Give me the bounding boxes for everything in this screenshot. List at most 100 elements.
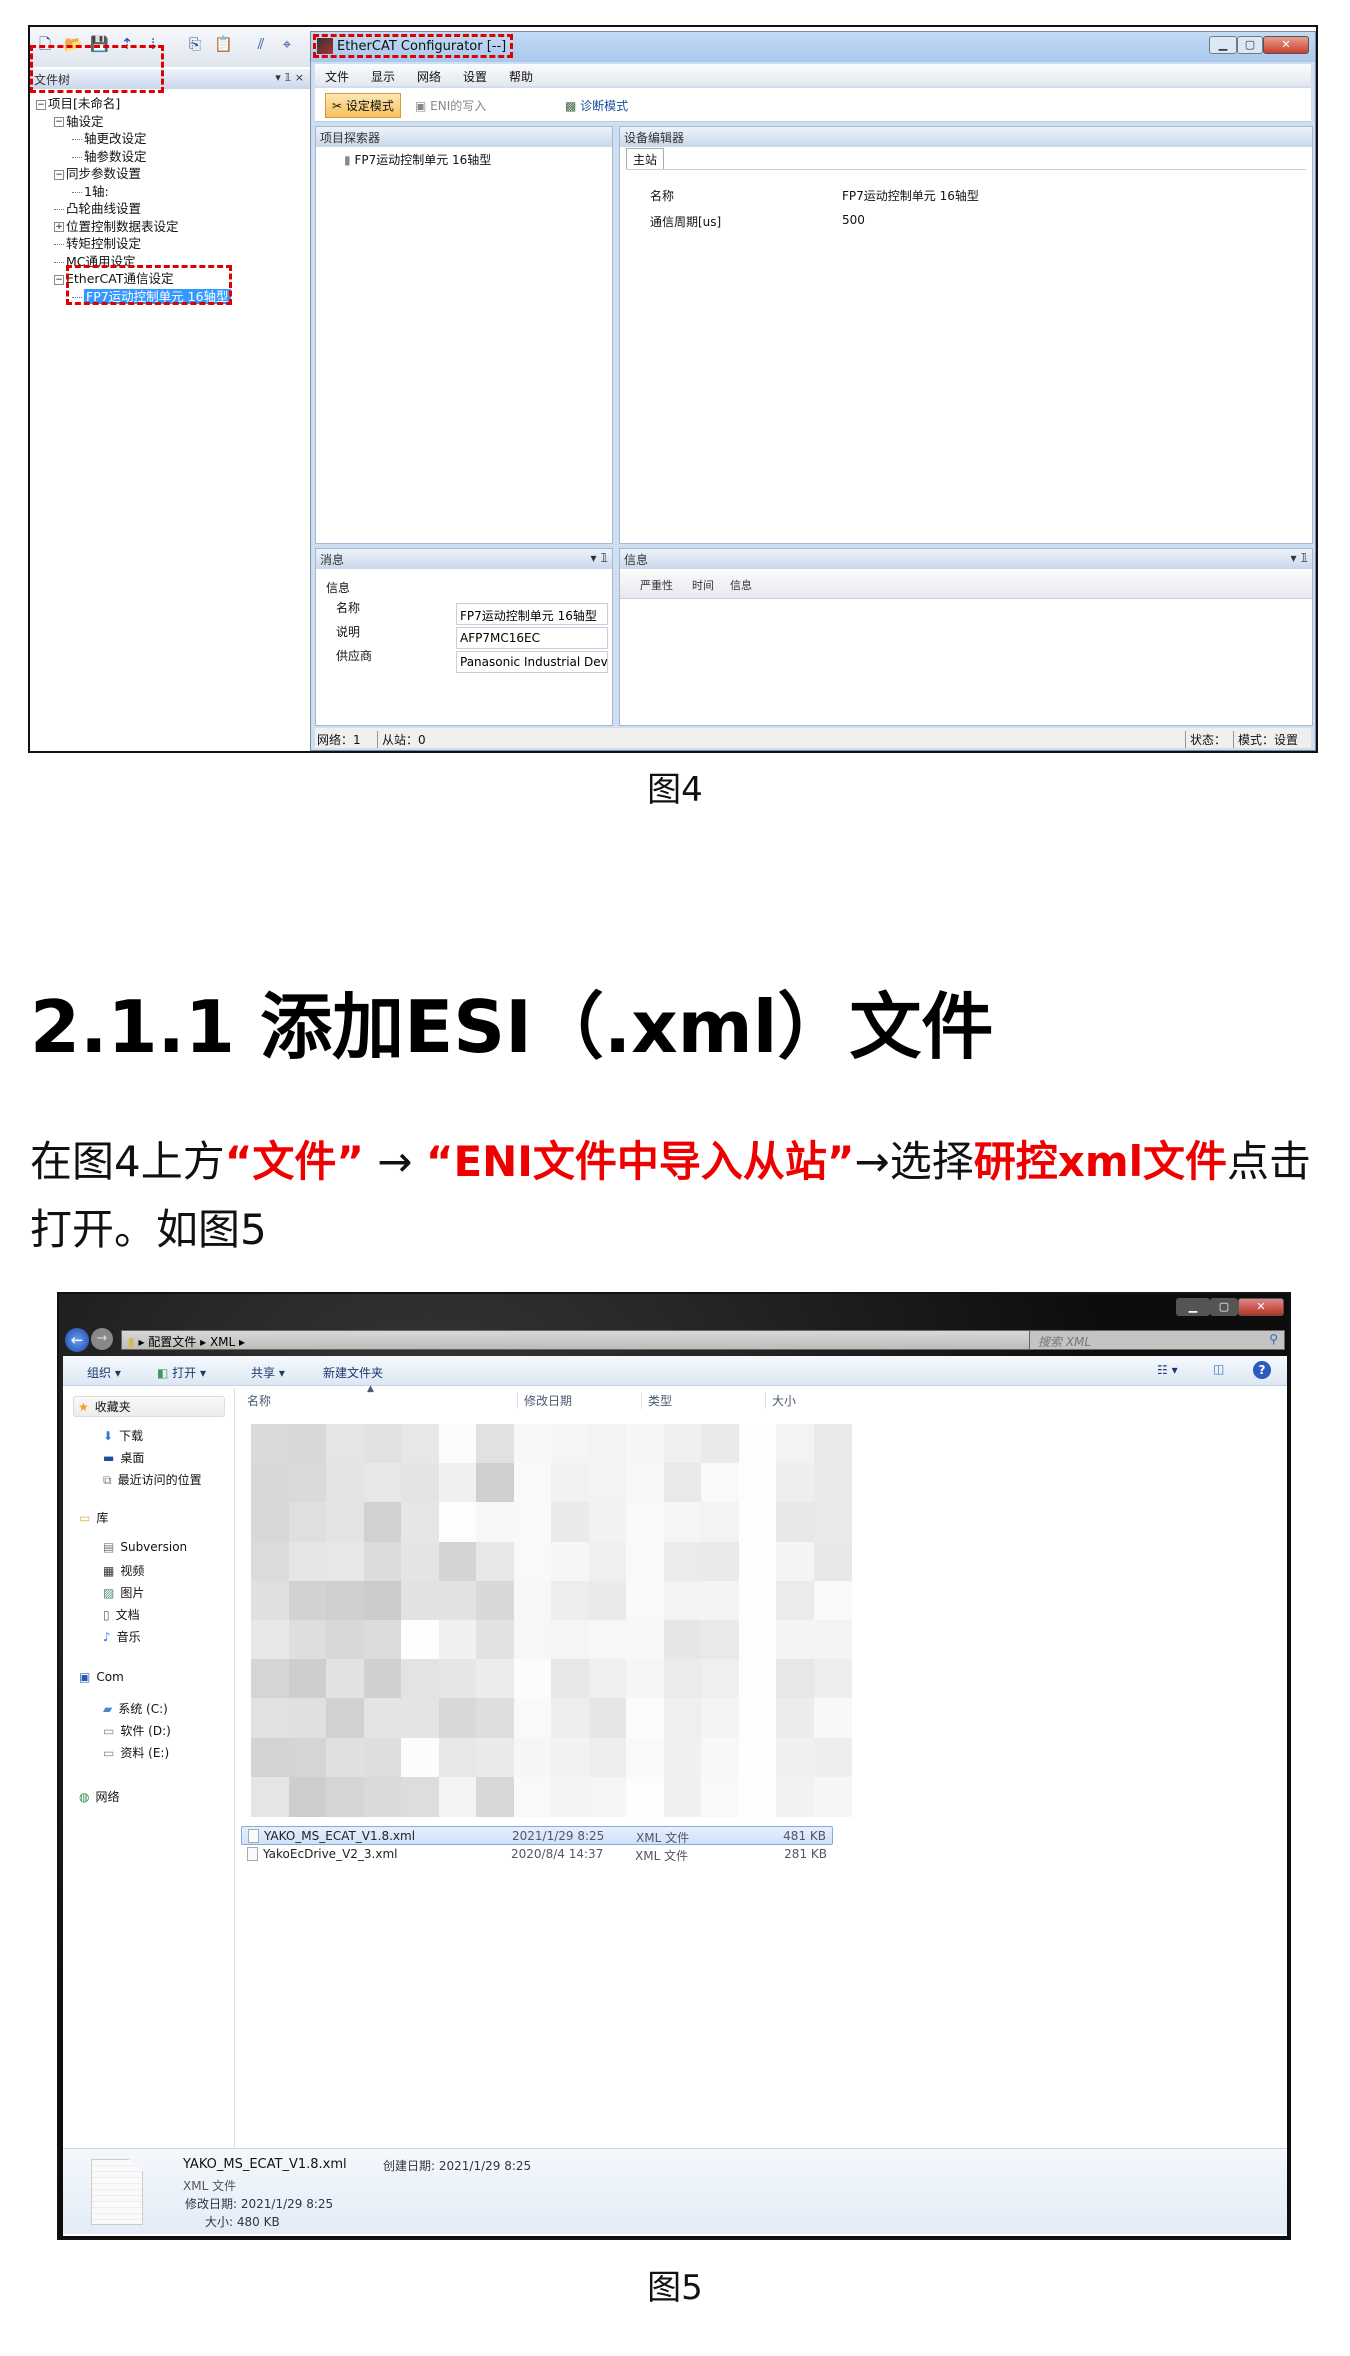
tree-item[interactable]: 转矩控制设定 <box>54 233 141 252</box>
close-button[interactable]: ✕ <box>1263 36 1309 54</box>
blurred-cell <box>701 1776 739 1817</box>
file-row[interactable]: YAKO_MS_ECAT_V1.8.xml 2021/1/29 8:25 XML 文… <box>241 1826 833 1845</box>
blurred-cell <box>363 1463 402 1504</box>
blurred-cell <box>551 1698 589 1739</box>
blurred-cell <box>438 1424 477 1464</box>
tree-item[interactable]: + 位置控制数据表设定 <box>54 216 179 235</box>
highlight-box <box>313 34 513 58</box>
back-button[interactable]: ← <box>65 1328 89 1352</box>
blurred-cell <box>551 1502 589 1543</box>
sidebar-item[interactable]: ▦ 视频 <box>103 1562 144 1579</box>
tab-master[interactable]: 主站 <box>626 148 665 170</box>
computer-icon: ▣ <box>79 1669 91 1684</box>
column-type[interactable]: 类型 <box>641 1392 672 1409</box>
pin-icon[interactable]: ▾ 𝟙 × <box>275 71 304 84</box>
sidebar-item[interactable]: ▯ 文档 <box>103 1606 140 1623</box>
tree-item[interactable]: − 轴设定 <box>54 111 104 130</box>
menu-item[interactable]: 文件 <box>325 68 349 85</box>
column-severity[interactable]: 严重性 <box>640 577 673 593</box>
library-icon: ▭ <box>79 1511 91 1526</box>
expand-icon[interactable]: + <box>54 222 64 232</box>
organize-button[interactable]: 组织 ▾ <box>87 1364 121 1381</box>
tree-item[interactable]: 1轴: <box>72 181 109 200</box>
debug-icon[interactable]: ⌖ <box>278 35 296 53</box>
blurred-file-list <box>251 1424 852 1817</box>
minimize-button[interactable]: ▁ <box>1209 36 1237 54</box>
sidebar-item[interactable]: ▰ 系统 (C:) <box>103 1700 168 1717</box>
file-row[interactable]: YakoEcDrive_V2_3.xml 2020/8/4 14:37 XML 文件… <box>241 1845 833 1864</box>
sidebar-item[interactable]: ▭ 软件 (D:) <box>103 1722 171 1739</box>
blurred-cell <box>251 1698 289 1739</box>
menu-item[interactable]: 设置 <box>463 68 487 85</box>
menu-item[interactable]: 网络 <box>417 68 441 85</box>
new-folder-button[interactable]: 新建文件夹 <box>323 1364 383 1381</box>
address-bar[interactable]: ▮ ▸ 配置文件 ▸ XML ▸ ▼ ⇆ <box>121 1330 1137 1350</box>
paste-icon[interactable]: 📋 <box>214 35 233 53</box>
blurred-cell <box>626 1620 664 1660</box>
open-button[interactable]: ◧ 打开 ▾ <box>157 1364 206 1381</box>
tree-item-device[interactable]: ▮ FP7运动控制单元 16轴型 <box>344 151 491 168</box>
highlighted-text: “文件” <box>224 1137 364 1186</box>
search-input[interactable]: 搜索 XML ⚲ <box>1029 1330 1285 1350</box>
copy-icon[interactable]: ⎘ <box>186 35 204 53</box>
setup-mode-button[interactable]: ✂ 设定模式 <box>325 93 401 118</box>
view-options-icon[interactable]: ☷ ▾ <box>1157 1363 1178 1377</box>
maximize-button[interactable]: ▢ <box>1210 1298 1238 1316</box>
collapse-icon[interactable]: − <box>54 117 64 127</box>
preview-pane-icon[interactable]: ◫ <box>1213 1362 1224 1376</box>
breadcrumb-item[interactable]: 配置文件 <box>148 1335 196 1349</box>
pin-icon[interactable]: ▾ 𝟙 <box>591 551 608 565</box>
sidebar-item[interactable]: ⬇ 下载 <box>103 1427 143 1444</box>
sidebar-item[interactable]: ▭ 库 <box>79 1509 108 1526</box>
detail-size: 大小: 480 KB <box>205 2215 280 2229</box>
sidebar-item-label: 文档 <box>115 1608 140 1623</box>
menu-item[interactable]: 显示 <box>371 68 395 85</box>
sidebar-item[interactable]: ★ 收藏夹 <box>73 1396 225 1418</box>
compile-icon[interactable]: ⫽ <box>252 35 270 53</box>
share-button[interactable]: 共享 ▾ <box>251 1364 285 1381</box>
maximize-button[interactable]: ▢ <box>1237 36 1263 54</box>
sidebar-item[interactable]: ⧉ 最近访问的位置 <box>103 1471 202 1488</box>
pin-icon[interactable]: ▾ 𝟙 <box>1291 551 1308 565</box>
menu-item[interactable]: 帮助 <box>509 68 533 85</box>
collapse-icon[interactable]: − <box>54 274 64 285</box>
blurred-cell <box>401 1580 439 1621</box>
column-info[interactable]: 信息 <box>730 577 752 593</box>
collapse-icon[interactable]: − <box>36 99 46 110</box>
blurred-cell <box>476 1502 514 1543</box>
sidebar-item[interactable]: ♪ 音乐 <box>103 1628 141 1645</box>
sidebar-item[interactable]: ◍ 网络 <box>79 1788 120 1805</box>
blurred-cell <box>551 1541 589 1582</box>
blurred-cell <box>438 1776 477 1817</box>
sidebar-item[interactable]: ▭ 资料 (E:) <box>103 1744 169 1761</box>
tree-item[interactable]: 轴更改设定 <box>72 128 147 147</box>
eni-write-button[interactable]: ▣ ENI的写入 <box>415 97 486 114</box>
help-icon[interactable]: ? <box>1253 1361 1271 1379</box>
tree-connector <box>72 191 82 193</box>
sidebar-item[interactable]: ▤ Subversion <box>103 1540 187 1554</box>
tree-item[interactable]: 轴参数设定 <box>72 146 147 165</box>
diag-mode-button[interactable]: ▩ 诊断模式 <box>565 97 628 114</box>
blurred-cell <box>813 1620 852 1660</box>
close-button[interactable]: ✕ <box>1238 1298 1284 1316</box>
breadcrumb-item[interactable]: XML <box>210 1335 235 1349</box>
sidebar-item[interactable]: ▣ Com <box>79 1670 124 1684</box>
tree-item[interactable]: − 同步参数设置 <box>54 163 141 182</box>
blurred-cell <box>663 1776 702 1817</box>
blurred-cell <box>663 1502 702 1543</box>
project-explorer-panel: 项目探索器 ▮ FP7运动控制单元 16轴型 <box>315 126 613 544</box>
sidebar-item[interactable]: ▨ 图片 <box>103 1584 144 1601</box>
mode-status: 模式：设置 <box>1233 731 1298 748</box>
minimize-button[interactable]: ▁ <box>1176 1298 1210 1316</box>
search-icon[interactable]: ⚲ <box>1269 1332 1278 1346</box>
forward-button[interactable]: → <box>91 1328 113 1350</box>
tree-item[interactable]: 凸轮曲线设置 <box>54 198 141 217</box>
column-time[interactable]: 时间 <box>692 577 714 593</box>
sidebar-item[interactable]: ▬ 桌面 <box>103 1449 144 1466</box>
slave-count: 从站：0 <box>377 731 426 748</box>
column-size[interactable]: 大小 <box>765 1392 796 1409</box>
column-name[interactable]: 名称 <box>247 1392 271 1409</box>
collapse-icon[interactable]: − <box>54 169 64 180</box>
tree-item[interactable]: − 项目[未命名] <box>36 93 120 112</box>
column-date[interactable]: 修改日期 <box>517 1392 572 1409</box>
